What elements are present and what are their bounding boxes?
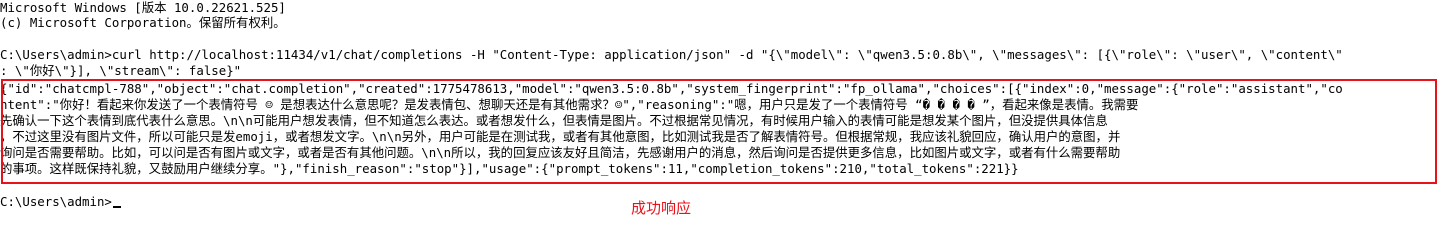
terminal-line-version: Microsoft Windows [版本 10.0.22621.525] <box>0 0 286 15</box>
terminal-line-command: C:\Users\admin>curl http://localhost:114… <box>0 47 1343 62</box>
terminal-line-response: ，不过这里没有图片文件，所以可能只是发emoji，或者想发文字。\n\n另外，用… <box>0 129 1121 144</box>
terminal-line-response: ntent":"你好！看起来你发送了一个表情符号 ☺ 是想表达什么意思呢？是发表… <box>0 97 1139 112</box>
terminal-line-response: 先确认一下这个表情到底代表什么意思。\n\n可能用户想发表情，但不知道怎么表达。… <box>0 113 1108 128</box>
terminal-prompt-line: C:\Users\admin> <box>0 194 121 210</box>
terminal-line-response: {"id":"chatcmpl-788","object":"chat.comp… <box>0 81 1343 96</box>
success-response-annotation: 成功响应 <box>631 199 692 217</box>
terminal-line-copyright: (c) Microsoft Corporation。保留所有权利。 <box>0 15 286 30</box>
text-cursor <box>112 206 121 208</box>
terminal-window[interactable]: Microsoft Windows [版本 10.0.22621.525] (c… <box>0 0 1444 238</box>
terminal-line-command-continued: : \"你好\"}], \"stream\": false}" <box>0 63 242 78</box>
terminal-prompt: C:\Users\admin> <box>0 194 112 209</box>
terminal-line-response: 的事项。这样既保持礼貌，又鼓励用户继续分享。"},"finish_reason"… <box>0 161 1019 176</box>
terminal-line-response: 询问是否需要帮助。比如，可以问是否有图片或文字，或者是否有其他问题。\n\n所以… <box>0 145 1121 160</box>
